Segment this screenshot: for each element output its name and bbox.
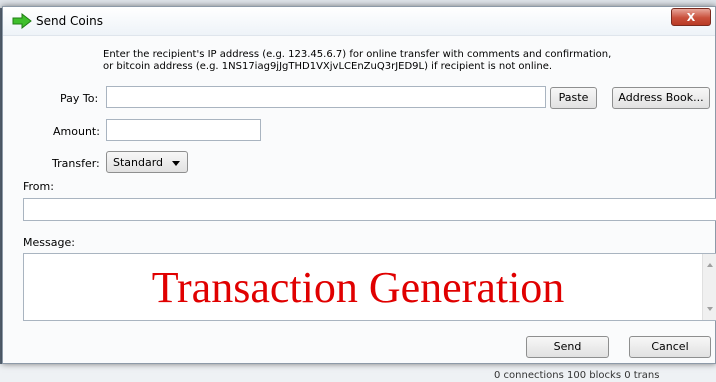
pay-to-input[interactable] bbox=[106, 86, 546, 108]
green-arrow-icon bbox=[12, 13, 32, 29]
background-status-text: 0 connections 100 blocks 0 trans bbox=[494, 370, 660, 381]
from-label: From: bbox=[23, 180, 54, 193]
message-label: Message: bbox=[23, 236, 75, 249]
message-scrollbar[interactable] bbox=[702, 254, 716, 320]
transfer-label: Transfer: bbox=[52, 157, 100, 170]
amount-input[interactable] bbox=[106, 119, 261, 141]
from-input[interactable] bbox=[23, 198, 716, 221]
amount-label: Amount: bbox=[53, 125, 100, 138]
send-button[interactable]: Send bbox=[526, 336, 609, 358]
cancel-button[interactable]: Cancel bbox=[629, 336, 711, 358]
title-bar[interactable]: Send Coins X bbox=[3, 7, 715, 36]
instructions-line-1: Enter the recipient's IP address (e.g. 1… bbox=[103, 49, 612, 60]
message-textarea[interactable] bbox=[23, 253, 716, 321]
window-title: Send Coins bbox=[36, 14, 103, 28]
scroll-up-icon[interactable] bbox=[707, 263, 713, 267]
pay-to-label: Pay To: bbox=[60, 92, 99, 105]
address-book-button[interactable]: Address Book... bbox=[612, 87, 710, 109]
transfer-selected-value: Standard bbox=[113, 156, 164, 169]
close-button[interactable]: X bbox=[671, 8, 711, 26]
transfer-select[interactable]: Standard bbox=[106, 151, 188, 173]
scroll-down-icon[interactable] bbox=[707, 307, 713, 311]
instructions-text: Enter the recipient's IP address (e.g. 1… bbox=[103, 49, 703, 73]
chevron-down-icon bbox=[172, 161, 180, 166]
paste-button[interactable]: Paste bbox=[550, 87, 597, 109]
instructions-line-2: or bitcoin address (e.g. 1NS17iag9jJgTHD… bbox=[103, 61, 553, 72]
